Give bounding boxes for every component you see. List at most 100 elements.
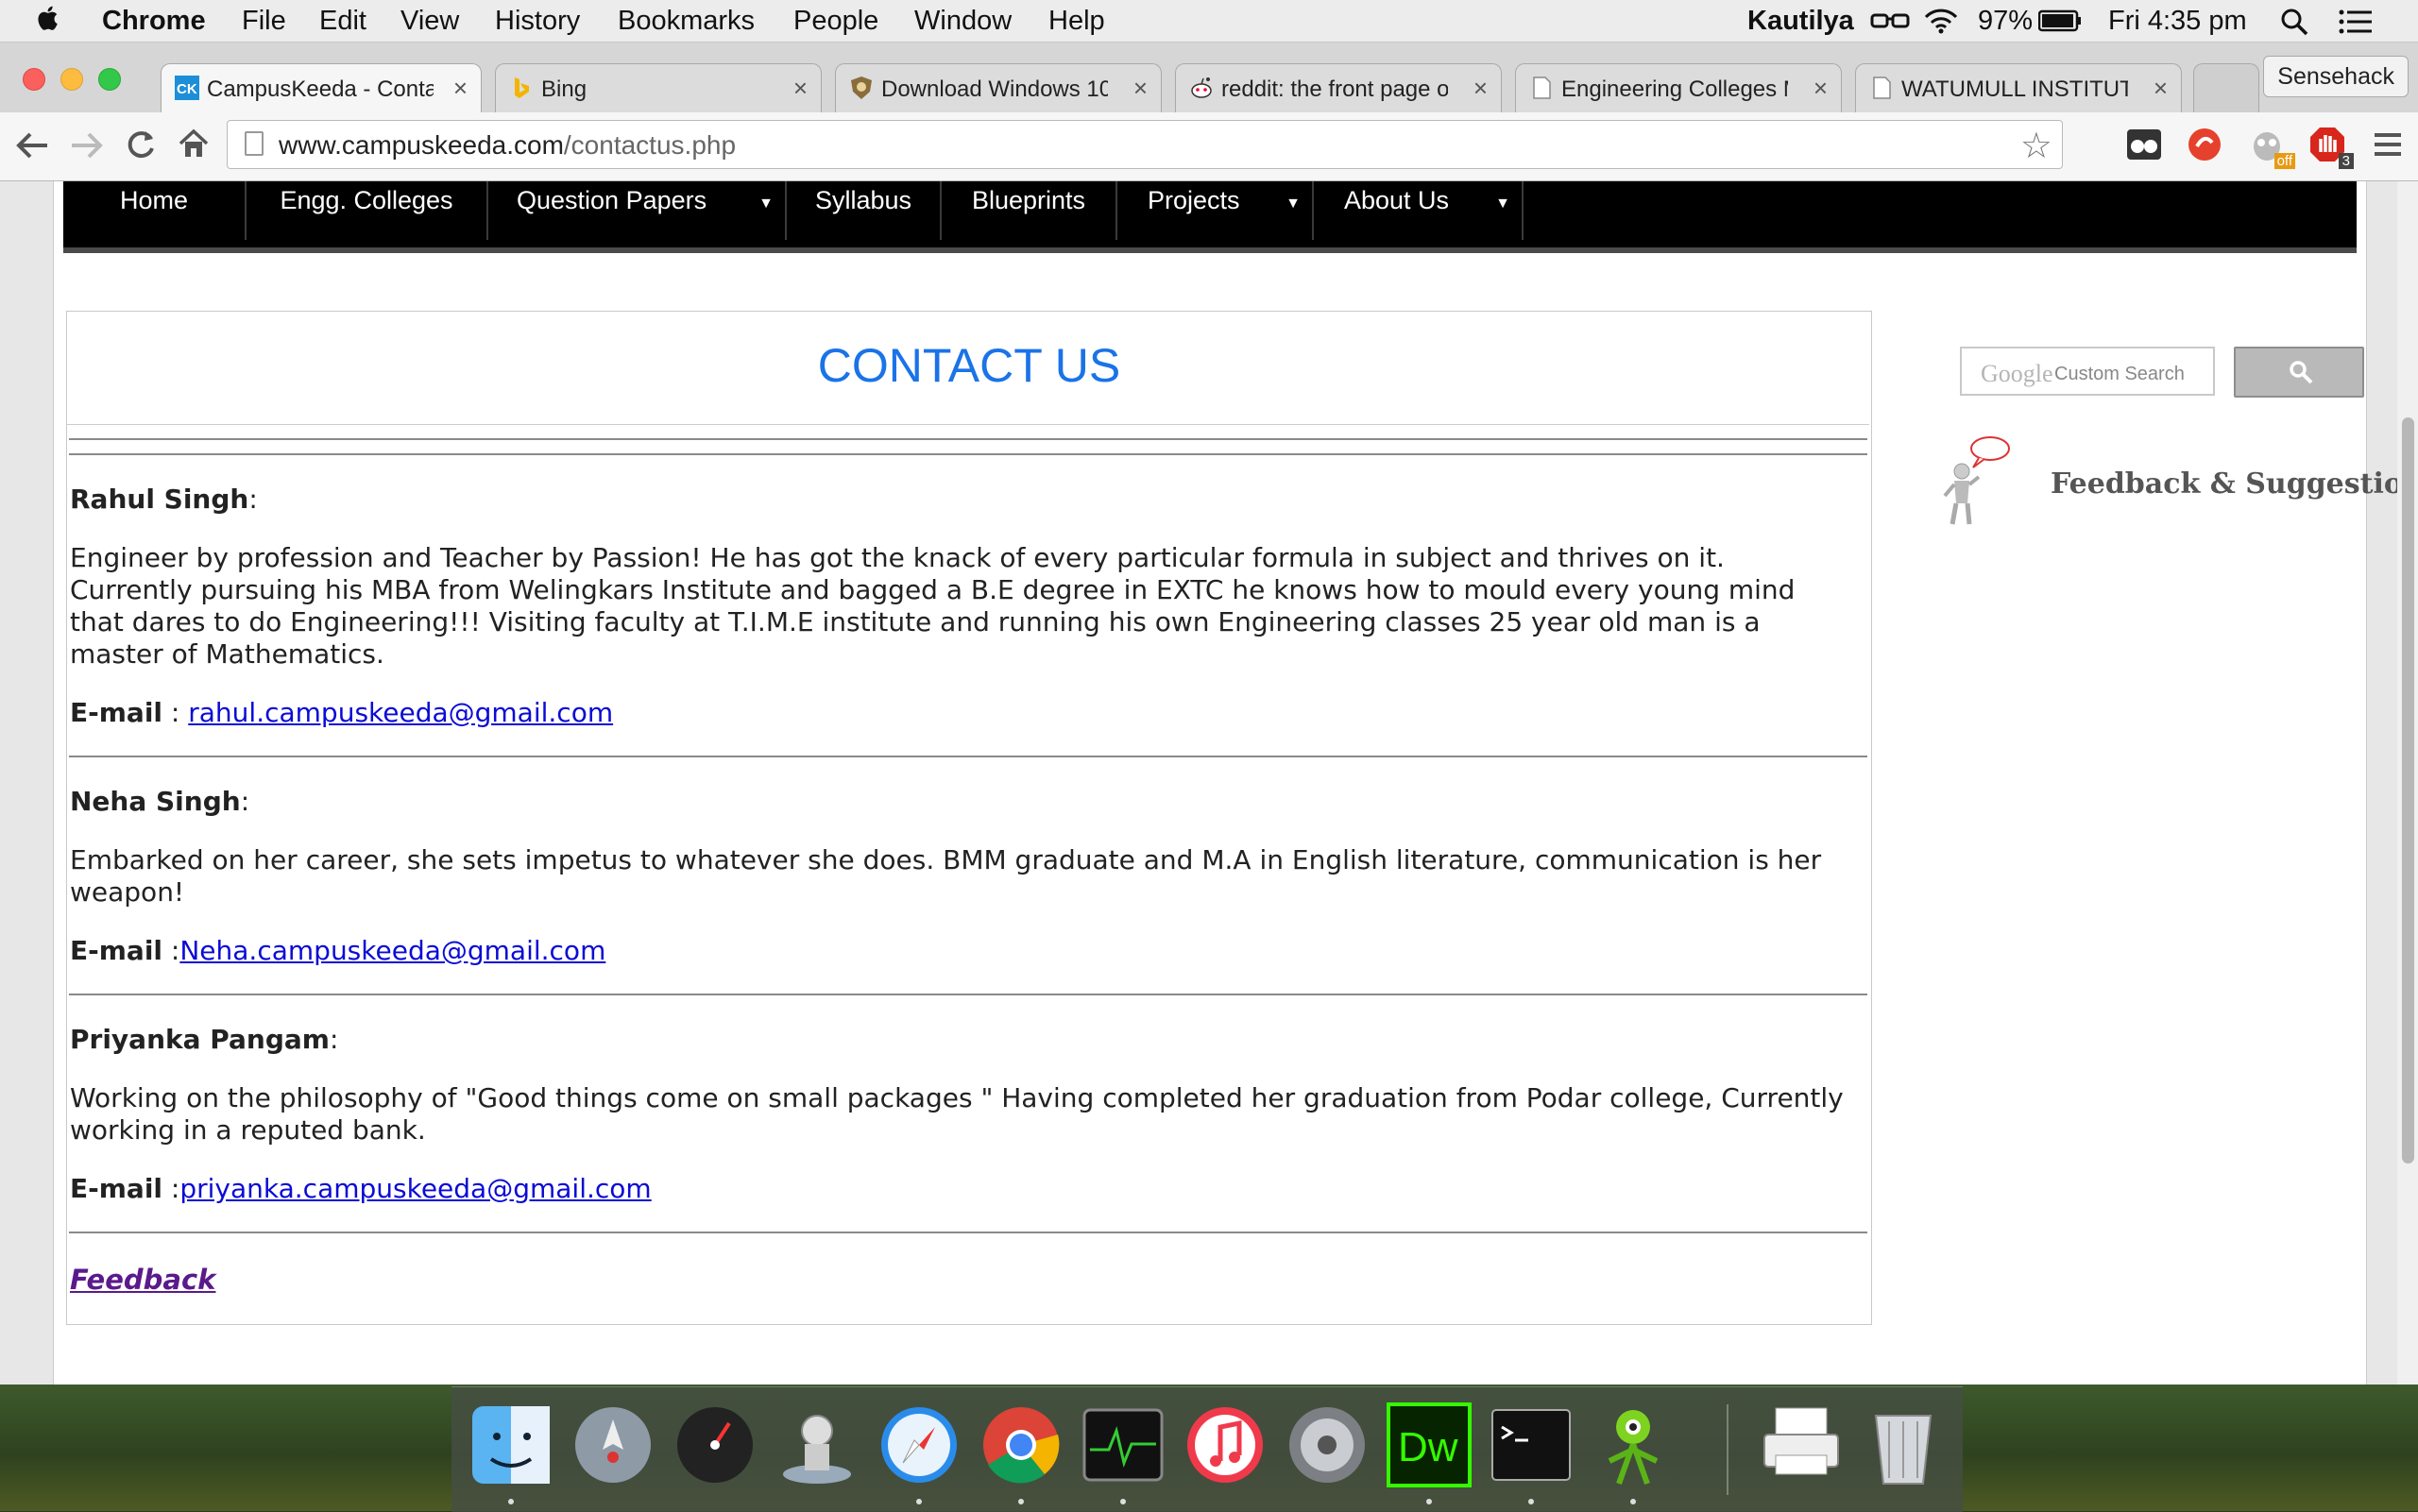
apple-icon[interactable] [36,4,59,32]
new-tab-button[interactable] [2193,63,2259,112]
minimize-window-button[interactable] [60,68,83,91]
search-placeholder: Custom Search [2054,364,2185,384]
tab-title: WATUMULL INSTITUTE [1901,76,2128,102]
app-menu-chrome[interactable]: Chrome [102,6,206,37]
nav-syllabus[interactable]: Syllabus [787,181,942,240]
back-arrow-icon[interactable] [15,129,49,161]
tab-watumull[interactable]: WATUMULL INSTITUTE × [1855,63,2182,112]
extension-badge: 3 [2338,153,2354,169]
search-icon [2290,361,2313,384]
scrollbar-thumb[interactable] [2402,417,2414,1164]
profile-button[interactable]: Sensehack [2263,56,2409,97]
menu-edit[interactable]: Edit [319,6,366,37]
user-name[interactable]: Kautilya [1747,6,1854,37]
finder-icon[interactable] [468,1402,553,1487]
menu-history[interactable]: History [495,6,580,37]
alien-app-icon[interactable] [1591,1402,1676,1487]
nav-about-us[interactable]: About Us ▼ [1314,181,1524,240]
page-title: CONTACT US [817,339,1121,392]
close-tab-icon[interactable]: × [793,74,808,103]
nav-projects[interactable]: Projects ▼ [1117,181,1314,240]
tab-download-windows[interactable]: Download Windows 10 F × [835,63,1162,112]
tab-bing[interactable]: Bing × [495,63,822,112]
reload-icon[interactable] [125,127,157,161]
nav-label: Home [119,186,189,214]
page-info-icon[interactable] [245,131,264,156]
menu-view[interactable]: View [400,6,459,37]
nav-blueprints[interactable]: Blueprints [942,181,1117,240]
email-label: E-mail [70,1173,163,1204]
search-input[interactable]: Google Custom Search [1960,347,2215,396]
extension-adblock[interactable]: 3 [2308,126,2354,169]
tab-engineering-colleges[interactable]: Engineering Colleges Mu × [1515,63,1842,112]
dashboard-icon[interactable] [673,1402,758,1487]
nav-home[interactable]: Home [63,181,247,240]
shield-icon [851,76,872,99]
menu-bookmarks[interactable]: Bookmarks [618,6,755,37]
address-bar[interactable]: www.campuskeeda.com/contactus.php ☆ [227,120,2063,169]
bookmark-star-icon[interactable]: ☆ [2020,125,2052,166]
page-scrollbar[interactable] [2397,181,2418,1385]
close-tab-icon[interactable]: × [1133,74,1148,103]
nav-question-papers[interactable]: Question Papers ▼ [488,181,787,240]
feedback-suggestions-link[interactable]: Feedback & Suggestions [2051,467,2418,501]
dreamweaver-icon[interactable]: Dw [1387,1402,1472,1487]
feedback-link[interactable]: Feedback [70,1264,215,1296]
extension-glasses-icon[interactable] [2125,126,2163,163]
running-indicator [916,1499,922,1504]
campuskeeda-icon: CK [175,76,199,100]
printer-icon[interactable] [1759,1402,1844,1487]
launchpad-icon[interactable] [570,1402,656,1487]
extension-red-circle-icon[interactable] [2186,126,2223,163]
nav-engg-colleges[interactable]: Engg. Colleges [247,181,488,240]
close-window-button[interactable] [23,68,45,91]
menu-file[interactable]: File [242,6,286,37]
menu-people[interactable]: People [793,6,878,37]
safari-icon[interactable] [877,1402,962,1487]
svg-text:Dw: Dw [1398,1424,1458,1470]
nav-label: Engg. Colleges [280,186,453,214]
automator-icon[interactable] [775,1402,860,1487]
email-link[interactable]: priyanka.campuskeeda@gmail.com [179,1173,651,1204]
notification-center-icon[interactable] [2339,9,2373,34]
close-tab-icon[interactable]: × [2154,74,2168,103]
address-url[interactable]: www.campuskeeda.com/contactus.php [279,130,736,161]
forward-arrow-icon[interactable] [70,129,104,161]
tab-title: Download Windows 10 F [881,76,1108,102]
activity-monitor-icon[interactable] [1081,1402,1166,1487]
menu-clock[interactable]: Fri 4:35 pm [2108,6,2247,37]
chrome-menu-icon[interactable] [2369,126,2407,163]
divider [69,438,1867,440]
close-tab-icon[interactable]: × [1814,74,1828,103]
contact-email-row: E-mail :priyanka.campuskeeda@gmail.com [70,1173,652,1204]
tab-title: Bing [541,76,587,102]
feedback-person-icon[interactable] [1937,433,2013,528]
tab-reddit[interactable]: reddit: the front page of × [1175,63,1502,112]
system-preferences-icon[interactable] [1285,1402,1370,1487]
extension-owl[interactable]: off [2248,126,2295,169]
contact-bio: Engineer by profession and Teacher by Pa… [70,542,1796,670]
spotlight-search-icon[interactable] [2280,8,2308,36]
close-tab-icon[interactable]: × [1473,74,1488,103]
chrome-icon[interactable] [979,1402,1064,1487]
trash-icon[interactable] [1861,1402,1946,1487]
search-button[interactable] [2234,347,2364,398]
glasses-icon[interactable] [1870,11,1910,30]
close-tab-icon[interactable]: × [453,74,468,103]
contact-bio: Working on the philosophy of "Good thing… [70,1082,1844,1146]
divider [69,756,1867,757]
zoom-window-button[interactable] [98,68,121,91]
tab-campuskeeda[interactable]: CK CampusKeeda - Contac × [161,63,482,114]
email-link[interactable]: rahul.campuskeeda@gmail.com [188,697,613,728]
itunes-icon[interactable] [1183,1402,1268,1487]
battery-icon[interactable] [2038,9,2082,32]
battery-percent[interactable]: 97% [1978,6,2033,37]
page-container: Home Engg. Colleges Question Papers ▼ Syl… [53,181,2418,1385]
email-link[interactable]: Neha.campuskeeda@gmail.com [179,935,605,966]
wifi-icon[interactable] [1923,8,1959,34]
terminal-icon[interactable] [1489,1402,1574,1487]
menu-window[interactable]: Window [914,6,1012,37]
menu-help[interactable]: Help [1048,6,1105,37]
reddit-icon [1191,77,1212,98]
home-icon[interactable] [178,127,210,160]
